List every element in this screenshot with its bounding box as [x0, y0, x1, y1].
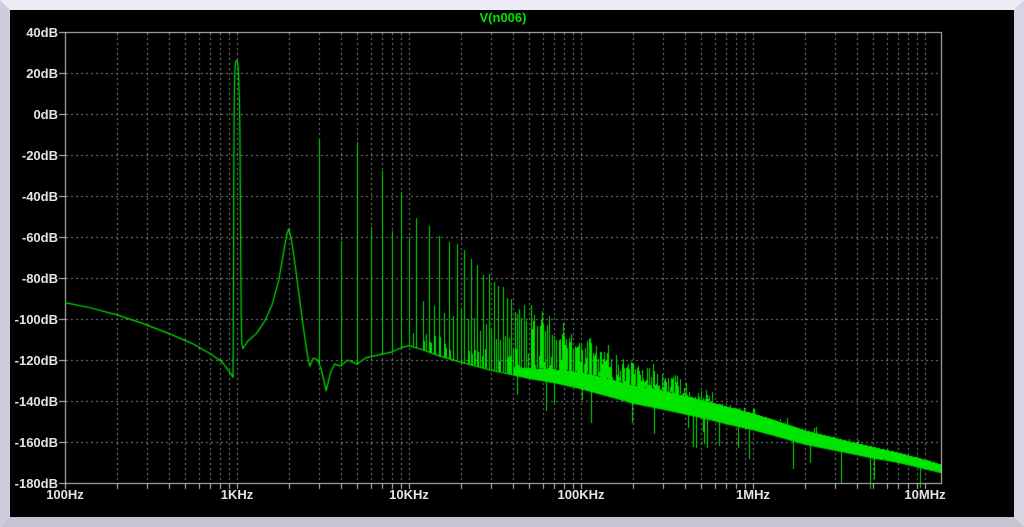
plot-window: V(n006) 40dB 20dB 0dB -20dB -40dB -60dB -80dB -… [0, 0, 1024, 527]
x-axis-label: 10KHz [374, 487, 444, 502]
y-axis-label: 0dB [11, 107, 58, 122]
y-axis-label: -120dB [11, 353, 58, 368]
trace-label[interactable]: V(n006) [65, 10, 941, 25]
y-axis-label: -160dB [11, 435, 58, 450]
y-axis-label: 40dB [11, 25, 58, 40]
x-axis-label: 1KHz [202, 487, 272, 502]
y-axis-label: -60dB [11, 230, 58, 245]
fft-plot-canvas[interactable] [0, 0, 1024, 527]
x-axis-label: 100Hz [30, 487, 100, 502]
x-axis-label: 1MHz [718, 487, 788, 502]
y-axis-label: -20dB [11, 148, 58, 163]
x-axis-label: 100KHz [546, 487, 616, 502]
y-axis-label: -80dB [11, 271, 58, 286]
x-axis-label: 10MHz [890, 487, 960, 502]
y-axis-label: -40dB [11, 189, 58, 204]
y-axis-label: 20dB [11, 66, 58, 81]
y-axis-label: -140dB [11, 394, 58, 409]
y-axis-label: -100dB [11, 312, 58, 327]
